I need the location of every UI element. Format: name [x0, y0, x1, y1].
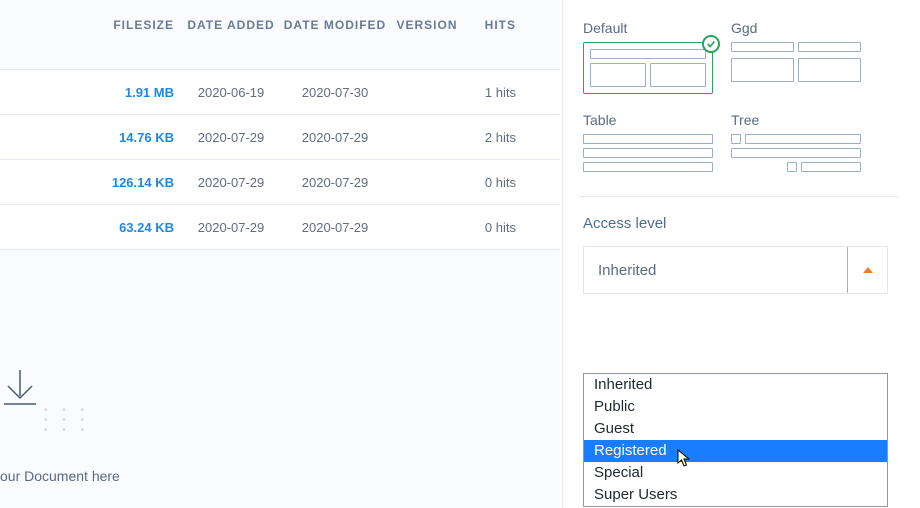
access-level-dropdown[interactable]: InheritedPublicGuestRegisteredSpecialSup…	[583, 373, 888, 507]
col-date-modified[interactable]: DATE MODIFED	[280, 18, 390, 32]
filesize-link[interactable]: 14.76 KB	[110, 130, 182, 145]
layout-thumbnail	[731, 134, 861, 172]
layout-option-ggd[interactable]: Ggd	[731, 20, 861, 94]
dropdown-item[interactable]: Special	[584, 462, 887, 484]
dropdown-item[interactable]: Registered	[584, 440, 887, 462]
files-panel: FILESIZE DATE ADDED DATE MODIFED VERSION…	[0, 0, 560, 508]
table-row[interactable]: 14.76 KB 2020-07-29 2020-07-29 2 hits	[0, 114, 560, 160]
layout-option-tree[interactable]: Tree	[731, 112, 861, 172]
cell-date-added: 2020-07-29	[182, 130, 280, 145]
col-hits[interactable]: HITS	[464, 18, 516, 32]
col-filesize[interactable]: FILESIZE	[110, 18, 182, 32]
divider	[579, 196, 899, 197]
filesize-link[interactable]: 126.14 KB	[110, 175, 182, 190]
cell-hits: 0 hits	[464, 220, 516, 235]
select-value: Inherited	[598, 262, 656, 279]
filesize-link[interactable]: 1.91 MB	[110, 85, 182, 100]
dropdown-item[interactable]: Guest	[584, 418, 887, 440]
dropdown-item[interactable]: Super Users	[584, 484, 887, 506]
layout-label: Table	[583, 112, 713, 128]
cell-date-modified: 2020-07-29	[280, 130, 390, 145]
cell-date-added: 2020-07-29	[182, 175, 280, 190]
files-table: FILESIZE DATE ADDED DATE MODIFED VERSION…	[0, 0, 560, 250]
cell-date-added: 2020-07-29	[182, 220, 280, 235]
table-row[interactable]: 63.24 KB 2020-07-29 2020-07-29 0 hits	[0, 204, 560, 250]
cell-hits: 0 hits	[464, 175, 516, 190]
layout-thumbnail	[583, 134, 713, 172]
filesize-link[interactable]: 63.24 KB	[110, 220, 182, 235]
check-icon	[702, 35, 720, 53]
layout-label: Tree	[731, 112, 861, 128]
dropdown-item[interactable]: Inherited	[584, 374, 887, 396]
download-icon	[0, 366, 40, 406]
layout-option-table[interactable]: Table	[583, 112, 713, 172]
settings-panel: Default Ggd Table	[562, 0, 920, 508]
dropzone-text: our Document here	[0, 468, 120, 484]
cell-date-modified: 2020-07-30	[280, 85, 390, 100]
layout-thumbnail	[583, 42, 713, 94]
cell-date-added: 2020-06-19	[182, 85, 280, 100]
layout-option-default[interactable]: Default	[583, 20, 713, 94]
layout-label: Default	[583, 20, 713, 36]
upload-dropzone[interactable]: • • •• • •• • • our Document here	[0, 348, 560, 508]
access-level-label: Access level	[583, 215, 920, 232]
col-date-added[interactable]: DATE ADDED	[182, 18, 280, 32]
cell-hits: 2 hits	[464, 130, 516, 145]
col-version[interactable]: VERSION	[390, 18, 464, 32]
access-level-select[interactable]: Inherited	[583, 246, 888, 294]
dropdown-item[interactable]: Public	[584, 396, 887, 418]
cell-date-modified: 2020-07-29	[280, 220, 390, 235]
table-row[interactable]: 1.91 MB 2020-06-19 2020-07-30 1 hits	[0, 69, 560, 115]
caret-up-icon[interactable]	[847, 247, 887, 293]
layout-thumbnail	[731, 42, 861, 82]
cell-date-modified: 2020-07-29	[280, 175, 390, 190]
table-row[interactable]: 126.14 KB 2020-07-29 2020-07-29 0 hits	[0, 159, 560, 205]
table-header-row: FILESIZE DATE ADDED DATE MODIFED VERSION…	[0, 0, 560, 50]
layout-label: Ggd	[731, 20, 861, 36]
cell-hits: 1 hits	[464, 85, 516, 100]
decorative-dots: • • •• • •• • •	[44, 406, 90, 436]
layout-picker: Default Ggd Table	[583, 20, 920, 172]
